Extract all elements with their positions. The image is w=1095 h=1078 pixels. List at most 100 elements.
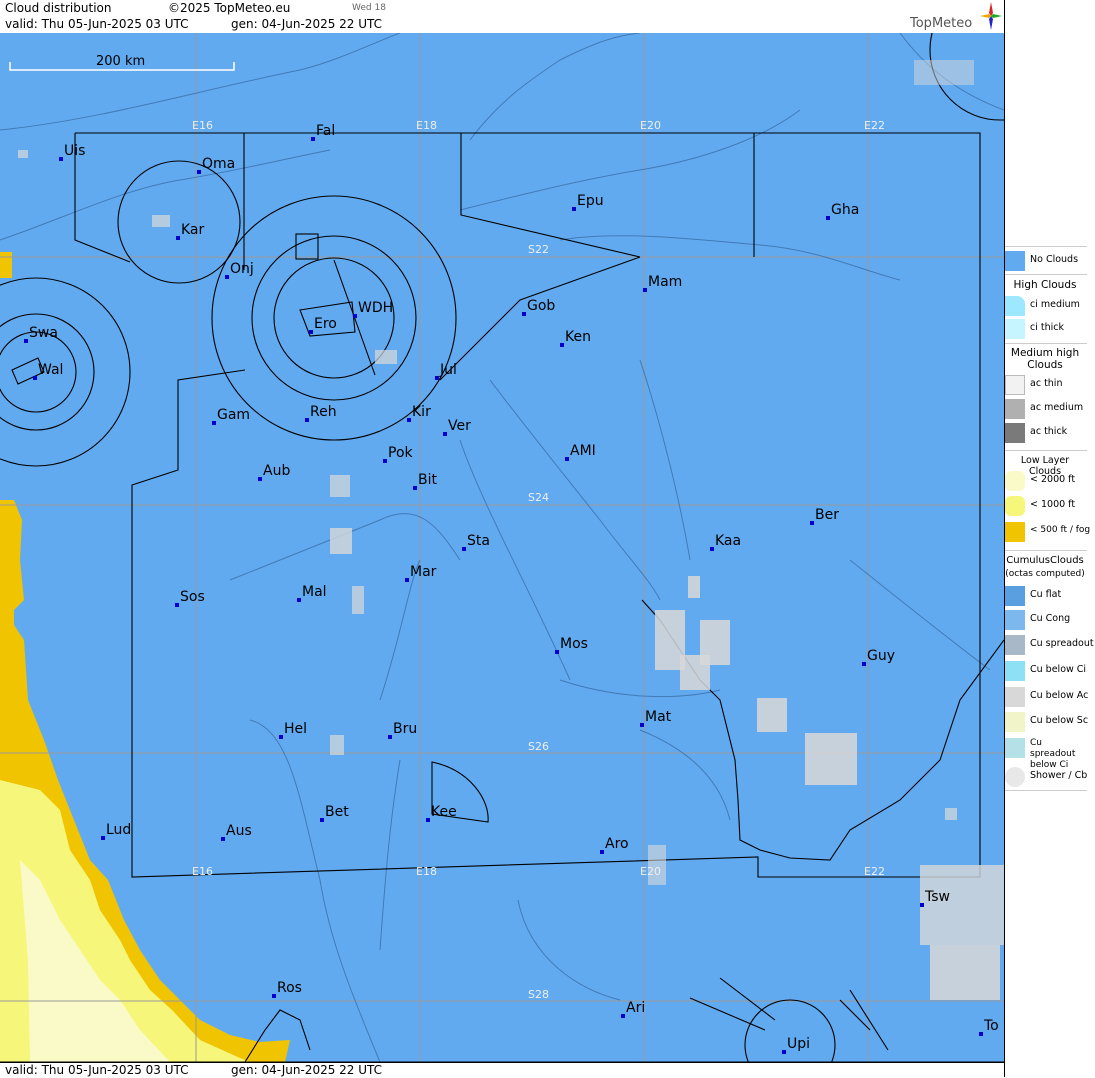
city-marker <box>426 818 430 822</box>
city-label: Swa <box>29 325 58 341</box>
low-2000-swatch <box>1005 471 1025 491</box>
city-label: Mar <box>410 564 437 580</box>
copyright-text: ©2025 TopMeteo.eu <box>168 1 291 15</box>
grid-label: S26 <box>528 740 549 753</box>
city-marker <box>297 598 301 602</box>
city-marker <box>405 578 409 582</box>
map-header: Cloud distribution ©2025 TopMeteo.eu Wed… <box>0 0 1004 34</box>
city-marker <box>826 216 830 220</box>
city-marker <box>462 547 466 551</box>
city-label: WDH <box>358 300 393 316</box>
cu-spread-ci-swatch <box>1005 738 1025 758</box>
city-marker <box>572 207 576 211</box>
city-marker <box>212 421 216 425</box>
ac-medium-swatch <box>1005 399 1025 419</box>
compass-icon <box>980 2 1002 30</box>
legend-ci-medium: ci medium <box>1005 295 1091 317</box>
city-marker <box>311 137 315 141</box>
legend-ac-thick: ac thick <box>1005 422 1091 444</box>
city-marker <box>305 418 309 422</box>
city-label: Bru <box>393 721 417 737</box>
city-marker <box>309 330 313 334</box>
legend-no-clouds: No Clouds <box>1005 250 1091 272</box>
city-label: AMI <box>570 443 596 459</box>
city-label: Epu <box>577 193 604 209</box>
cloud-map[interactable]: 200 km E16 E18 E20 E22 E16 E18 E20 E22 S22 S24 S26… <box>0 33 1004 1062</box>
gen-time: gen: 04-Jun-2025 22 UTC <box>231 17 383 31</box>
legend-ac-thin: ac thin <box>1005 374 1091 396</box>
city-marker <box>320 818 324 822</box>
brand-logo-text: TopMeteo <box>910 16 973 31</box>
grid-label: S22 <box>528 243 549 256</box>
city-marker <box>555 650 559 654</box>
valid-time: valid: Thu 05-Jun-2025 03 UTC <box>5 17 189 31</box>
no-clouds-swatch <box>1005 251 1025 271</box>
ci-medium-label: ci medium <box>1030 299 1080 310</box>
legend-low-1000: < 1000 ft <box>1005 495 1091 517</box>
city-marker <box>643 288 647 292</box>
city-label: Ero <box>314 316 337 332</box>
city-marker <box>33 376 37 380</box>
legend-ac-medium: ac medium <box>1005 398 1091 420</box>
city-label: Onj <box>230 261 254 277</box>
city-label: Kir <box>412 404 431 420</box>
legend-cu-below-sc: Cu below Sc <box>1005 711 1091 733</box>
ac-thick-label: ac thick <box>1030 426 1068 437</box>
cu-below-ac-label: Cu below Ac <box>1030 690 1089 701</box>
city-marker <box>560 343 564 347</box>
legend-shower: Shower / Cb <box>1005 766 1091 788</box>
grid-label: E18 <box>416 865 437 878</box>
cu-below-ci-swatch <box>1005 661 1025 681</box>
city-label: Mam <box>648 274 682 290</box>
cumulus-subtitle: (octas computed) <box>1005 569 1085 579</box>
legend-divider <box>1005 550 1087 551</box>
legend-cu-below-ci: Cu below Ci <box>1005 660 1091 682</box>
city-marker <box>621 1014 625 1018</box>
city-label: Uis <box>64 143 85 159</box>
city-label: Reh <box>310 404 337 420</box>
footer-valid-time: valid: Thu 05-Jun-2025 03 UTC <box>5 1063 189 1077</box>
city-marker <box>388 735 392 739</box>
city-marker <box>862 662 866 666</box>
ac-thin-swatch <box>1005 375 1025 395</box>
city-marker <box>24 339 28 343</box>
high-clouds-title: High Clouds <box>1013 279 1077 291</box>
cu-spread-swatch <box>1005 635 1025 655</box>
city-label: Ari <box>626 1000 645 1016</box>
city-label: Ken <box>565 329 591 345</box>
cumulus-title: CumulusClouds <box>1006 555 1084 566</box>
cu-below-sc-swatch <box>1005 712 1025 732</box>
city-label: Wal <box>38 362 63 378</box>
city-label: Ver <box>448 418 471 434</box>
city-label: Bet <box>325 804 349 820</box>
city-label: Ber <box>815 507 839 523</box>
city-marker <box>710 547 714 551</box>
shower-label: Shower / Cb <box>1030 770 1088 781</box>
day-label: Wed 18 <box>352 3 386 13</box>
ci-medium-swatch <box>1005 296 1025 316</box>
low-1000-swatch <box>1005 496 1025 516</box>
grid-label: E16 <box>192 865 213 878</box>
cu-cong-swatch <box>1005 610 1025 630</box>
ac-thin-label: ac thin <box>1030 378 1063 389</box>
city-marker <box>225 275 229 279</box>
medium-clouds-title: Medium high Clouds <box>1010 347 1080 371</box>
legend-cu-flat: Cu flat <box>1005 585 1091 607</box>
city-label: Upi <box>787 1036 810 1052</box>
low-500-swatch <box>1005 522 1025 542</box>
city-marker <box>272 994 276 998</box>
city-marker <box>565 457 569 461</box>
city-marker <box>383 459 387 463</box>
cu-spread-label: Cu spreadout <box>1030 638 1094 649</box>
grid-label: E18 <box>416 119 437 132</box>
city-label: Aus <box>226 823 252 839</box>
city-marker <box>353 314 357 318</box>
ci-thick-swatch <box>1005 319 1025 339</box>
city-label: Oma <box>202 156 235 172</box>
grid-label: E20 <box>640 119 661 132</box>
city-label: Sta <box>467 533 490 549</box>
city-marker <box>176 236 180 240</box>
city-marker <box>640 723 644 727</box>
city-marker <box>101 836 105 840</box>
city-marker <box>782 1050 786 1054</box>
